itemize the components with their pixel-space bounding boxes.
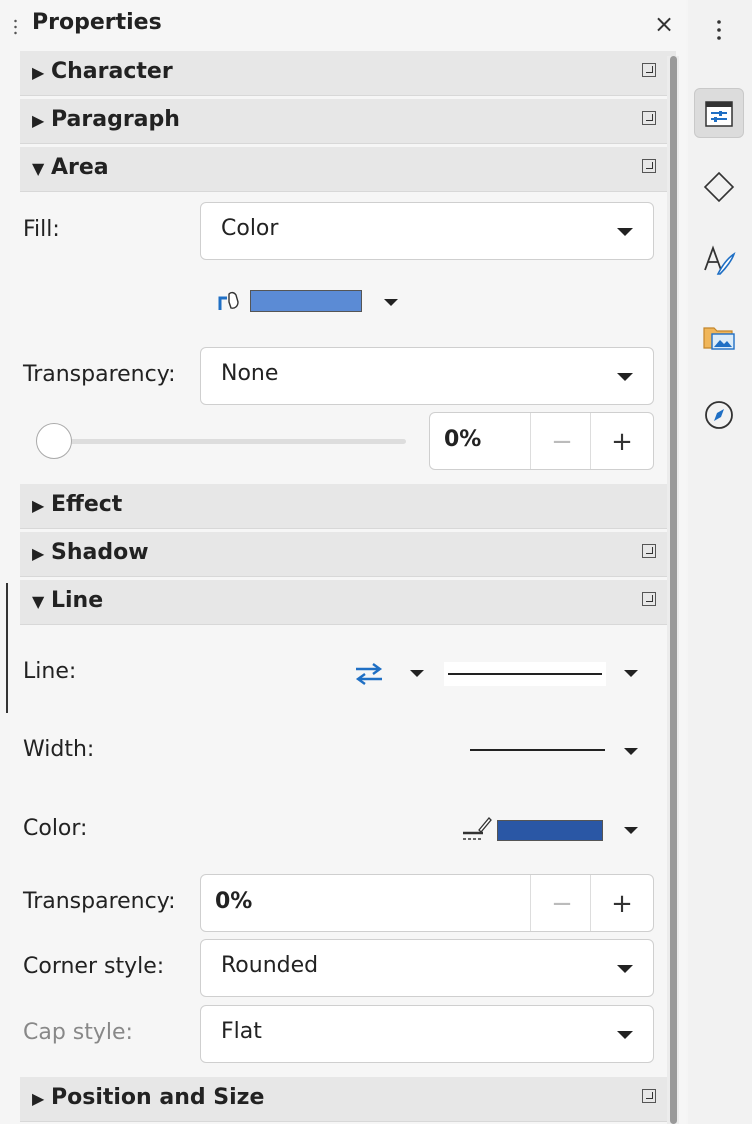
section-character[interactable]: ▶ Character <box>20 51 676 96</box>
fill-type-value: Color <box>221 216 279 241</box>
expand-arrow-icon: ▶ <box>32 111 45 130</box>
line-width-preview[interactable] <box>470 749 605 751</box>
tab-properties[interactable] <box>694 88 744 138</box>
line-color-picker-icon[interactable] <box>461 815 493 843</box>
corner-style-value: Rounded <box>221 953 319 978</box>
properties-panel: Properties × ▶ Character ▶ Paragraph ▼ A… <box>10 0 686 1124</box>
section-effect[interactable]: ▶ Effect <box>20 484 676 529</box>
fill-type-select[interactable]: Color <box>200 202 654 260</box>
line-color-label: Color: <box>23 816 88 841</box>
panel-titlebar: Properties × <box>10 0 686 54</box>
transparency-spin-value: 0% <box>444 427 482 452</box>
increment-button[interactable]: + <box>590 413 653 469</box>
fill-color-dropdown-icon[interactable] <box>384 299 398 306</box>
more-options-icon[interactable] <box>642 159 656 173</box>
section-label: Shadow <box>51 540 149 565</box>
cap-style-value: Flat <box>221 1019 262 1044</box>
line-color-swatch[interactable] <box>497 820 603 841</box>
section-paragraph[interactable]: ▶ Paragraph <box>20 99 676 144</box>
tab-gallery[interactable] <box>694 314 744 364</box>
scrollbar-thumb[interactable] <box>670 56 677 1124</box>
panel-scrollbar[interactable] <box>667 56 679 1124</box>
chevron-down-icon <box>617 228 633 236</box>
properties-icon <box>705 101 733 127</box>
section-label: Paragraph <box>51 107 180 132</box>
more-options-icon[interactable] <box>642 1089 656 1103</box>
area-transparency-label: Transparency: <box>23 362 176 387</box>
fill-color-picker-icon[interactable] <box>218 290 243 312</box>
section-position-and-size[interactable]: ▶ Position and Size <box>20 1077 676 1122</box>
drag-grip-icon[interactable] <box>14 18 17 36</box>
tab-shapes[interactable] <box>694 162 744 212</box>
corner-style-select[interactable]: Rounded <box>200 939 654 997</box>
cap-style-label: Cap style: <box>23 1020 133 1045</box>
chevron-down-icon <box>617 1031 633 1039</box>
arrow-style-icon[interactable] <box>355 663 383 685</box>
navigator-compass-icon <box>705 401 733 429</box>
area-transparency-select[interactable]: None <box>200 347 654 405</box>
chevron-down-icon <box>617 965 633 973</box>
increment-button[interactable]: + <box>590 875 653 931</box>
cap-style-select[interactable]: Flat <box>200 1005 654 1063</box>
panel-edge <box>6 583 8 713</box>
line-style-dropdown-icon[interactable] <box>624 670 638 677</box>
tabbar-menu-icon[interactable] <box>717 18 721 42</box>
decrement-button[interactable]: − <box>530 413 593 469</box>
line-width-label: Width: <box>23 737 95 762</box>
fill-color-swatch[interactable] <box>250 290 362 312</box>
section-area[interactable]: ▼ Area <box>20 147 676 192</box>
tab-styles[interactable] <box>694 238 744 288</box>
chevron-down-icon <box>617 373 633 381</box>
line-transparency-label: Transparency: <box>23 889 176 914</box>
gallery-folder-icon <box>703 327 735 350</box>
expand-arrow-icon: ▶ <box>32 63 45 82</box>
fill-label: Fill: <box>23 217 60 242</box>
diamond-shape-icon <box>703 171 735 203</box>
line-color-dropdown-icon[interactable] <box>624 827 638 834</box>
line-width-dropdown-icon[interactable] <box>624 748 638 755</box>
collapse-arrow-icon: ▼ <box>32 159 45 178</box>
close-icon[interactable]: × <box>654 10 674 38</box>
collapse-arrow-icon: ▼ <box>32 592 45 611</box>
more-options-icon[interactable] <box>642 544 656 558</box>
section-shadow[interactable]: ▶ Shadow <box>20 532 676 577</box>
transparency-spinbox[interactable]: 0% − + <box>429 412 654 470</box>
more-options-icon[interactable] <box>642 592 656 606</box>
tab-navigator[interactable] <box>694 390 744 440</box>
more-options-icon[interactable] <box>642 111 656 125</box>
transparency-slider-handle[interactable] <box>36 423 72 459</box>
section-label: Character <box>51 59 173 84</box>
section-label: Position and Size <box>51 1085 265 1110</box>
expand-arrow-icon: ▶ <box>32 1089 45 1108</box>
arrow-style-dropdown-icon[interactable] <box>410 670 424 677</box>
line-transparency-value: 0% <box>215 889 253 914</box>
expand-arrow-icon: ▶ <box>32 496 45 515</box>
section-label: Effect <box>51 492 123 517</box>
line-style-label: Line: <box>23 659 77 684</box>
section-label: Area <box>51 155 109 180</box>
area-transparency-value: None <box>221 361 279 386</box>
line-style-preview[interactable] <box>444 662 606 686</box>
sidebar-tabbar <box>688 0 752 1124</box>
panel-title: Properties <box>32 10 162 35</box>
transparency-slider-track[interactable] <box>46 439 406 444</box>
decrement-button[interactable]: − <box>530 875 593 931</box>
section-line[interactable]: ▼ Line <box>20 580 676 625</box>
corner-style-label: Corner style: <box>23 954 165 979</box>
more-options-icon[interactable] <box>642 63 656 77</box>
styles-icon <box>704 245 736 275</box>
expand-arrow-icon: ▶ <box>32 544 45 563</box>
line-transparency-spinbox[interactable]: 0% − + <box>200 874 654 932</box>
section-label: Line <box>51 588 104 613</box>
